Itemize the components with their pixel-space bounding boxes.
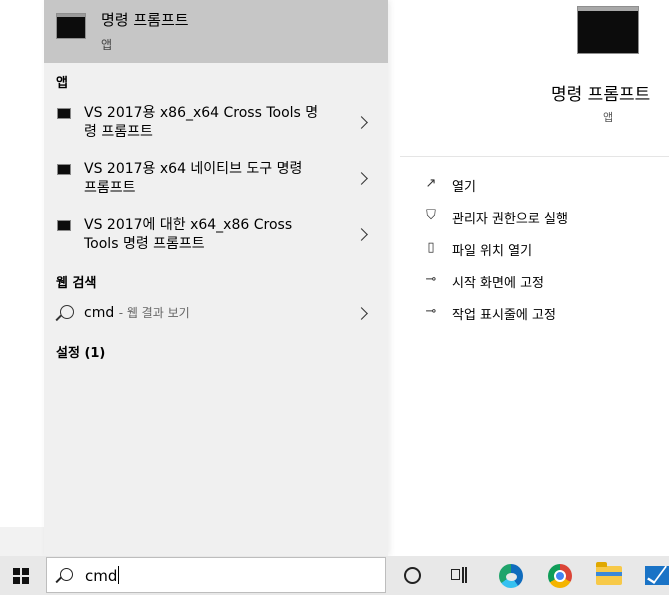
search-results-panel: 명령 프롬프트 앱 앱 VS 2017용 x86_x64 Cross Tools… — [44, 0, 388, 556]
command-prompt-icon — [57, 220, 71, 231]
task-view-button[interactable] — [437, 556, 483, 595]
action-open-file-location[interactable]: ▯ 파일 위치 열기 — [424, 238, 664, 260]
action-run-as-admin[interactable]: ⛉ 관리자 권한으로 실행 — [424, 206, 664, 228]
best-match-title: 명령 프롬프트 — [101, 11, 189, 29]
search-icon — [60, 305, 74, 319]
command-prompt-icon — [57, 108, 71, 119]
command-prompt-icon — [577, 6, 639, 54]
app-result-line1: VS 2017용 x64 네이티브 도구 명령 — [84, 161, 303, 177]
action-label: 관리자 권한으로 실행 — [452, 212, 568, 227]
app-result-item[interactable]: VS 2017용 x86_x64 Cross Tools 명 령 프롬프트 — [44, 100, 388, 146]
detail-subtitle: 앱 — [603, 111, 614, 124]
chevron-right-icon[interactable] — [355, 116, 368, 129]
chevron-right-icon[interactable] — [355, 228, 368, 241]
web-search-query: cmd — [84, 305, 115, 321]
text-caret — [118, 566, 120, 584]
best-match-subtitle: 앱 — [101, 38, 113, 52]
taskbar-app-file-explorer[interactable] — [586, 556, 632, 595]
taskbar-app-mail[interactable] — [633, 556, 669, 595]
app-result-line2: 령 프롬프트 — [84, 124, 153, 140]
cortana-button[interactable] — [389, 556, 435, 595]
app-result-line1: VS 2017에 대한 x64_x86 Cross — [84, 217, 293, 233]
taskbar-search-box[interactable]: cmd — [46, 557, 386, 593]
edge-icon — [499, 564, 523, 588]
web-search-item[interactable]: cmd - 웹 결과 보기 — [44, 300, 388, 328]
mail-icon — [645, 566, 669, 585]
cortana-icon — [404, 567, 421, 584]
app-result-item[interactable]: VS 2017용 x64 네이티브 도구 명령 프롬프트 — [44, 156, 388, 202]
chrome-icon — [548, 564, 572, 588]
web-search-hint: - 웹 결과 보기 — [118, 306, 190, 320]
action-open[interactable]: ↗ 열기 — [424, 174, 664, 196]
file-explorer-icon — [596, 562, 622, 585]
search-icon — [60, 568, 73, 581]
section-apps-heading: 앱 — [56, 76, 68, 91]
chevron-right-icon[interactable] — [355, 172, 368, 185]
app-result-line2: Tools 명령 프롬프트 — [84, 236, 205, 252]
taskbar-app-chrome[interactable] — [537, 556, 583, 595]
action-label: 작업 표시줄에 고정 — [452, 308, 556, 323]
section-web-heading: 웹 검색 — [56, 276, 97, 291]
chevron-right-icon[interactable] — [355, 307, 368, 320]
file-location-icon: ▯ — [427, 240, 435, 255]
open-icon: ↗ — [425, 176, 437, 191]
command-prompt-icon — [57, 164, 71, 175]
desktop-strip — [0, 527, 44, 556]
action-label: 시작 화면에 고정 — [452, 276, 544, 291]
action-label: 파일 위치 열기 — [452, 244, 533, 259]
action-label: 열기 — [452, 180, 476, 195]
taskbar-app-edge[interactable] — [487, 556, 533, 595]
pin-icon: ⊸ — [425, 304, 437, 319]
section-settings-heading[interactable]: 설정 (1) — [56, 342, 105, 361]
divider — [400, 156, 669, 157]
start-button[interactable] — [0, 556, 44, 595]
pin-icon: ⊸ — [425, 272, 437, 287]
shield-icon: ⛉ — [426, 208, 436, 223]
action-pin-to-start[interactable]: ⊸ 시작 화면에 고정 — [424, 270, 664, 292]
task-view-icon — [451, 567, 467, 583]
app-detail-panel: 명령 프롬프트 앱 ↗ 열기 ⛉ 관리자 권한으로 실행 ▯ 파일 위치 열기 … — [400, 0, 669, 556]
taskbar-search-input[interactable]: cmd — [85, 567, 117, 585]
windows-logo-icon — [13, 568, 29, 584]
app-result-line1: VS 2017용 x86_x64 Cross Tools 명 — [84, 105, 319, 121]
app-result-item[interactable]: VS 2017에 대한 x64_x86 Cross Tools 명령 프롬프트 — [44, 212, 388, 258]
desktop-edge — [0, 0, 45, 556]
best-match-item[interactable]: 명령 프롬프트 앱 — [44, 0, 388, 63]
command-prompt-icon — [56, 13, 86, 39]
detail-title: 명령 프롬프트 — [551, 85, 651, 105]
action-pin-to-taskbar[interactable]: ⊸ 작업 표시줄에 고정 — [424, 302, 664, 324]
app-result-line2: 프롬프트 — [84, 180, 136, 196]
taskbar: cmd — [0, 556, 669, 595]
